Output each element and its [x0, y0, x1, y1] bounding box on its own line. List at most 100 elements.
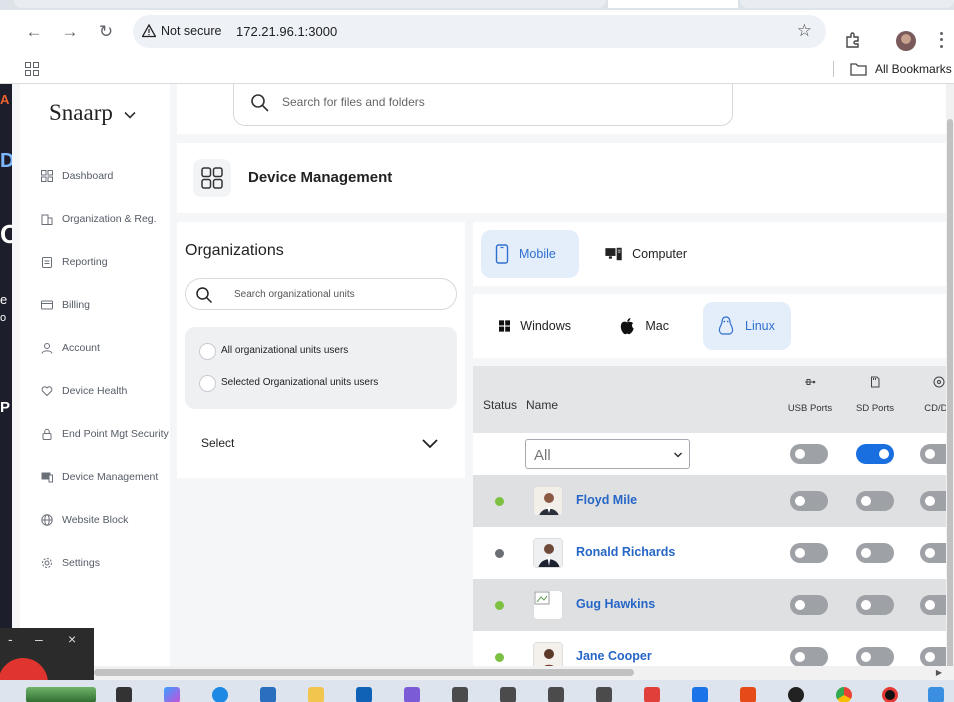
table-row[interactable]: Ronald Richards: [473, 527, 954, 579]
radio-selected-units[interactable]: [199, 375, 216, 392]
sidebar-item-account[interactable]: Account: [40, 340, 100, 356]
app-icon[interactable]: [548, 687, 564, 702]
tab-mac[interactable]: Mac: [605, 302, 683, 350]
broken-image-icon: [533, 590, 563, 620]
sidebar-item-website-block[interactable]: Website Block: [40, 512, 128, 528]
user-name-link[interactable]: Gug Hawkins: [576, 597, 655, 611]
filter-value: All: [534, 447, 551, 464]
sidebar-item-device-management[interactable]: Device Management: [40, 469, 158, 485]
grid-icon: [40, 170, 53, 183]
card-icon: [40, 299, 53, 312]
radio-all-units[interactable]: [199, 343, 216, 360]
folder-icon[interactable]: [308, 687, 324, 702]
app-icon[interactable]: [596, 687, 612, 702]
status-filter-select[interactable]: All: [525, 439, 690, 469]
address-bar[interactable]: Not secure 172.21.96.1:3000 ☆: [133, 15, 826, 48]
chatgpt-icon[interactable]: [788, 687, 804, 702]
tab-label: Computer: [632, 247, 687, 261]
extensions-icon[interactable]: [844, 31, 862, 49]
avatar: [533, 486, 563, 516]
edge-icon[interactable]: [212, 687, 228, 702]
sidebar-item-reporting[interactable]: Reporting: [40, 254, 108, 270]
sidebar-item-dashboard[interactable]: Dashboard: [40, 168, 113, 184]
desktop-background: A D O e o P: [0, 84, 12, 629]
all-bookmarks-link[interactable]: All Bookmarks: [875, 62, 952, 76]
file-search-input[interactable]: Search for files and folders: [233, 84, 733, 126]
brand-logo-text[interactable]: Snaarp: [49, 100, 113, 126]
copilot-icon[interactable]: [164, 687, 180, 702]
recorder-icon[interactable]: [882, 687, 898, 702]
sidebar-item-endpoint-security[interactable]: End Point Mgt Security: [40, 426, 169, 442]
app-icon[interactable]: [928, 687, 944, 702]
bing-icon[interactable]: [692, 687, 708, 702]
outlook-icon[interactable]: [356, 687, 372, 702]
tab-mobile[interactable]: Mobile: [481, 230, 579, 278]
user-name-link[interactable]: Ronald Richards: [576, 545, 675, 559]
avatar: [533, 642, 563, 666]
usb-toggle[interactable]: [790, 491, 828, 511]
minimize-icon[interactable]: –: [35, 631, 43, 647]
bookmark-star-icon[interactable]: ☆: [797, 21, 812, 41]
record-button[interactable]: [0, 658, 48, 680]
forward-icon[interactable]: →: [60, 22, 80, 42]
reload-icon[interactable]: ↻: [96, 22, 116, 42]
sd-toggle[interactable]: [856, 491, 894, 511]
url-text[interactable]: 172.21.96.1:3000: [236, 24, 337, 39]
weather-widget-icon[interactable]: [26, 687, 96, 702]
warning-icon: [142, 24, 156, 38]
sd-filter-toggle[interactable]: [856, 444, 894, 464]
sd-toggle[interactable]: [856, 595, 894, 615]
table-row[interactable]: Floyd Mile: [473, 475, 954, 527]
usb-toggle[interactable]: [790, 543, 828, 563]
sd-toggle[interactable]: [856, 647, 894, 666]
apps-grid-icon[interactable]: [25, 62, 39, 76]
usb-filter-toggle[interactable]: [790, 444, 828, 464]
browser-menu-icon[interactable]: [936, 30, 946, 50]
store-icon[interactable]: [260, 687, 276, 702]
browser-toolbar: ← → ↻ Not secure 172.21.96.1:3000 ☆: [0, 10, 954, 54]
back-icon[interactable]: ←: [24, 22, 44, 42]
office-icon[interactable]: [740, 687, 756, 702]
radio-label[interactable]: Selected Organizational units users: [221, 377, 378, 388]
user-name-link[interactable]: Jane Cooper: [576, 649, 652, 663]
sidebar-item-settings[interactable]: Settings: [40, 555, 100, 571]
chrome-icon[interactable]: [836, 687, 852, 702]
browser-tab[interactable]: [740, 0, 954, 8]
minimize-icon[interactable]: -: [8, 631, 13, 647]
user-name-link[interactable]: Floyd Mile: [576, 493, 637, 507]
browser-tab[interactable]: [14, 0, 606, 8]
sidebar-item-billing[interactable]: Billing: [40, 297, 90, 313]
page-header: Device Management: [177, 143, 954, 213]
app-icon[interactable]: [500, 687, 516, 702]
usb-toggle[interactable]: [790, 647, 828, 666]
media-icon[interactable]: [404, 687, 420, 702]
app-icon[interactable]: [452, 687, 468, 702]
recorder-window: - – ×: [0, 628, 94, 680]
browser-tab-active[interactable]: [608, 0, 738, 8]
folder-icon: [850, 63, 867, 76]
vertical-scrollbar[interactable]: [946, 84, 954, 679]
tab-computer[interactable]: Computer: [591, 230, 701, 278]
close-icon[interactable]: ×: [68, 631, 76, 647]
mobile-icon: [495, 244, 509, 264]
sd-toggle[interactable]: [856, 543, 894, 563]
table-row[interactable]: Jane Cooper: [473, 631, 954, 666]
windows-icon: [499, 320, 511, 332]
sidebar-item-device-health[interactable]: Device Health: [40, 383, 127, 399]
security-label[interactable]: Not secure: [161, 24, 221, 38]
radio-label[interactable]: All organizational units users: [221, 345, 348, 356]
calendar-app-icon[interactable]: [644, 687, 660, 702]
profile-avatar[interactable]: [896, 31, 916, 51]
table-row[interactable]: Gug Hawkins: [473, 579, 954, 631]
filter-row: All: [473, 433, 954, 475]
tab-windows[interactable]: Windows: [485, 302, 585, 350]
org-select-dropdown[interactable]: Select: [201, 436, 234, 450]
sidebar-item-organization[interactable]: Organization & Reg.: [40, 211, 157, 227]
chevron-down-icon[interactable]: [421, 436, 439, 450]
org-search-input[interactable]: Search organizational units: [185, 278, 457, 310]
horizontal-scrollbar[interactable]: ▶: [94, 666, 954, 679]
usb-toggle[interactable]: [790, 595, 828, 615]
tab-linux[interactable]: Linux: [703, 302, 791, 350]
chevron-down-icon[interactable]: [123, 108, 137, 122]
task-view-icon[interactable]: [116, 687, 132, 702]
